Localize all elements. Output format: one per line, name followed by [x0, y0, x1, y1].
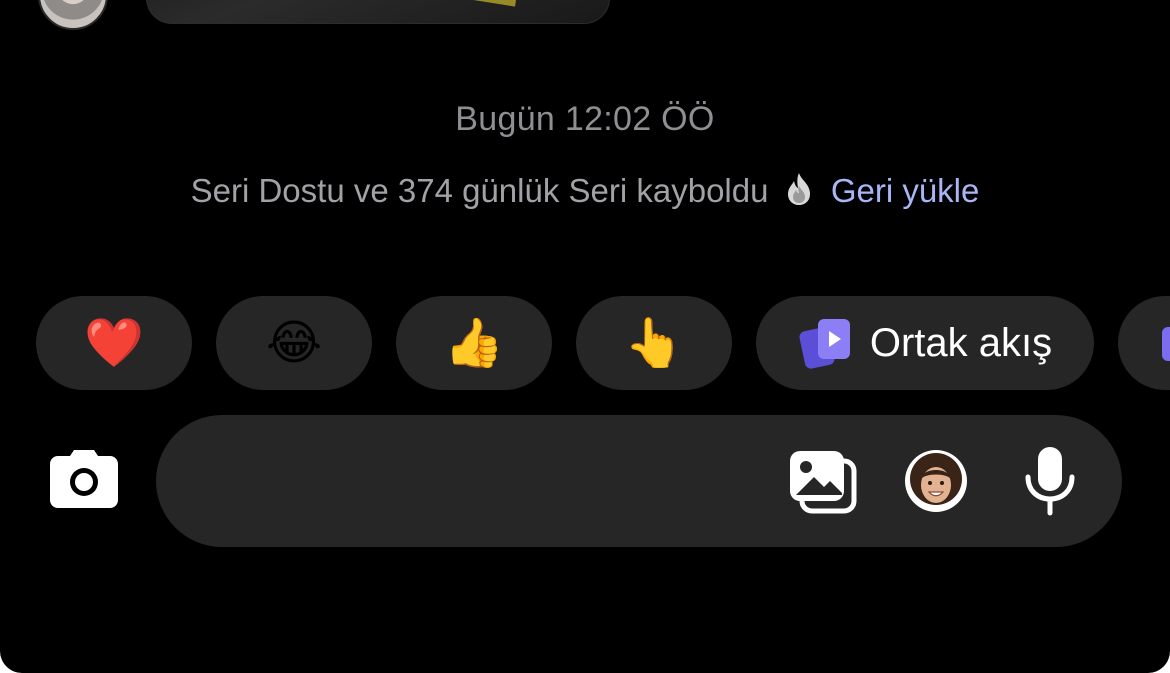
- quick-reactions-bar: ❤️ 😂 👍 👆 Ortak akış: [36, 296, 1170, 390]
- message-input[interactable]: [196, 455, 760, 509]
- heart-emoji: ❤️: [84, 315, 144, 371]
- fire-icon: [787, 173, 810, 205]
- shared-feed-label: Ortak akış: [869, 320, 1053, 365]
- microphone-icon[interactable]: [1022, 445, 1078, 517]
- gallery-icon[interactable]: [788, 449, 858, 515]
- thumbs-up-emoji: 👍: [444, 315, 504, 371]
- media-preview: [317, 0, 517, 7]
- shared-feed-button[interactable]: Ortak akış: [756, 296, 1094, 390]
- reaction-laughing-button[interactable]: 😂: [216, 296, 372, 390]
- reaction-thumbs-up-button[interactable]: 👍: [396, 296, 552, 390]
- notice-text: Seri Dostu ve 374 günlük Seri kayboldu: [190, 172, 769, 209]
- reaction-heart-button[interactable]: ❤️: [36, 296, 192, 390]
- avatar-face-icon: [905, 450, 967, 512]
- media-message[interactable]: [146, 0, 610, 24]
- reaction-pointing-button[interactable]: 👆: [576, 296, 732, 390]
- camera-icon[interactable]: [50, 450, 118, 508]
- laughing-emoji: 😂: [265, 315, 323, 371]
- message-composer: [156, 415, 1122, 547]
- sender-avatar[interactable]: [38, 0, 108, 30]
- shared-feed-icon: [799, 319, 850, 369]
- message-timestamp: Bugün 12:02 ÖÖ: [455, 100, 715, 138]
- avatar-sticker-icon[interactable]: [904, 449, 968, 513]
- streak-lost-notice: Seri Dostu ve 374 günlük Seri kayboldu G…: [0, 172, 1170, 210]
- pointing-emoji: 👆: [624, 315, 684, 371]
- chat-screen: Bugün 12:02 ÖÖ Seri Dostu ve 374 günlük …: [0, 0, 1170, 673]
- chip-icon-partial: [1162, 327, 1170, 361]
- restore-streak-link[interactable]: Geri yükle: [831, 172, 980, 209]
- next-chip-button[interactable]: [1118, 296, 1170, 390]
